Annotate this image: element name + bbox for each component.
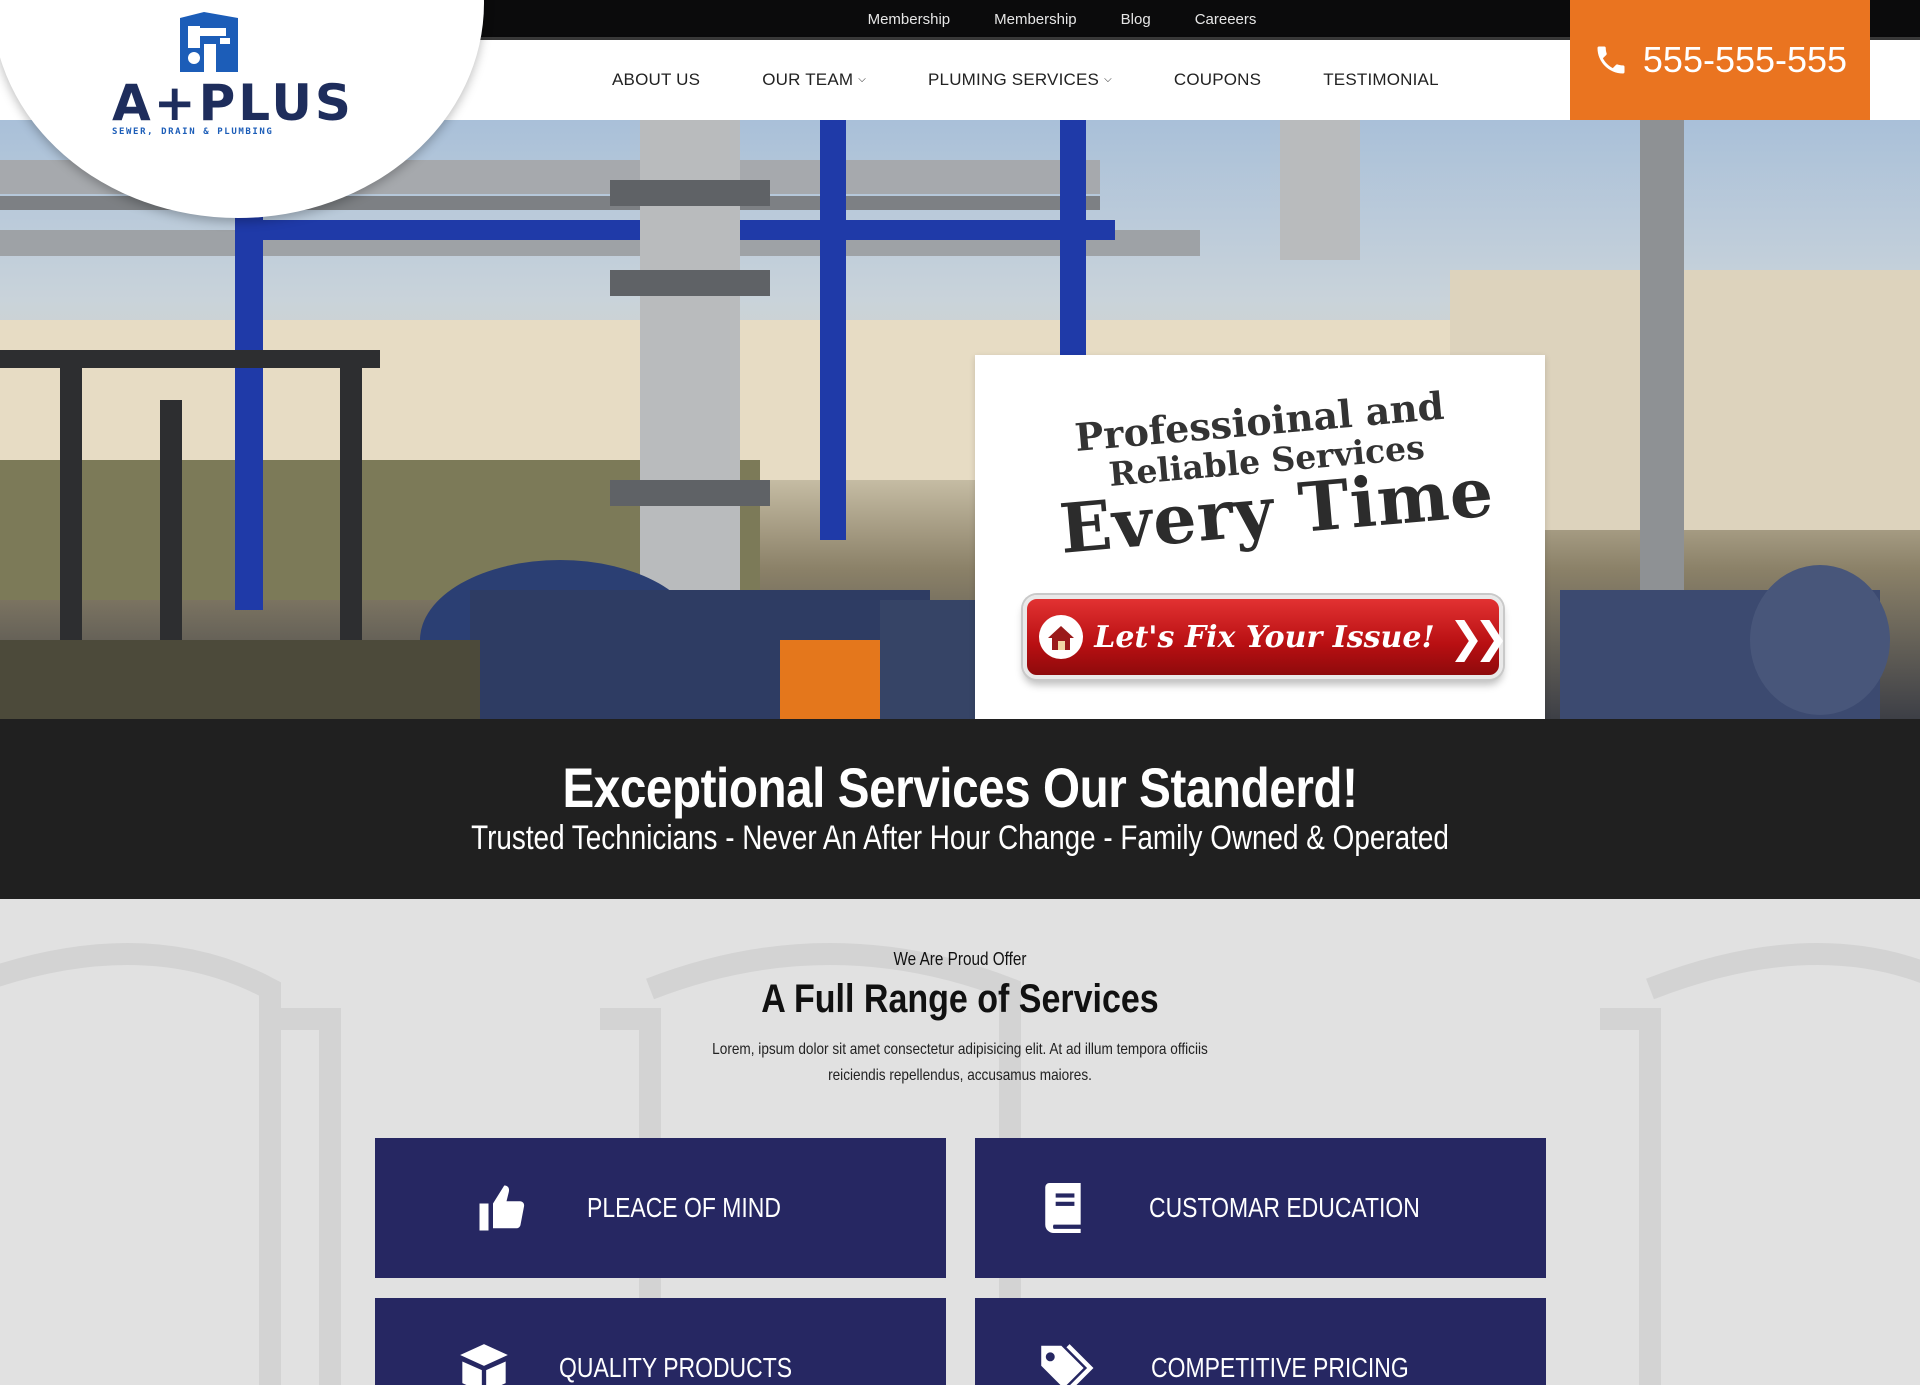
- nav-label: OUR TEAM: [762, 70, 854, 89]
- nav-item-pluming-services[interactable]: PLUMING SERVICES ⌵: [928, 70, 1112, 90]
- band-title: Exceptional Services Our Standerd!: [562, 756, 1358, 819]
- box-icon: [449, 1342, 519, 1385]
- utility-link-careers[interactable]: Careeers: [1195, 0, 1257, 40]
- service-tile-peace-of-mind[interactable]: PLEACE OF MIND: [375, 1138, 946, 1278]
- utility-link-membership[interactable]: Membership: [868, 0, 951, 40]
- service-tile-quality-products[interactable]: QUALITY PRODUCTS: [375, 1298, 946, 1385]
- service-tile-label: QUALITY PRODUCTS: [559, 1352, 793, 1383]
- utility-links: Membership Membership Blog Careeers: [472, 0, 1572, 40]
- pipe-logo-icon: [180, 12, 238, 72]
- nav-label: PLUMING SERVICES: [928, 70, 1100, 89]
- tags-icon: [1033, 1343, 1103, 1385]
- logo-wordmark: A+PLUS: [112, 74, 354, 132]
- background-pattern: [0, 943, 1920, 1385]
- fix-issue-label: Let's Fix Your Issue!: [1094, 619, 1435, 655]
- band-subtitle: Trusted Technicians - Never An After Hou…: [471, 819, 1449, 857]
- service-tile-label: PLEACE OF MIND: [587, 1192, 781, 1223]
- main-nav: ABOUT US OUR TEAM ⌵ PLUMING SERVICES ⌵ C…: [612, 40, 1439, 120]
- nav-item-about-us[interactable]: ABOUT US: [612, 70, 700, 90]
- phone-icon: [1597, 46, 1625, 74]
- phone-call-button[interactable]: 555-555-555: [1570, 0, 1870, 120]
- fix-issue-button[interactable]: Let's Fix Your Issue! ❯❯: [1023, 595, 1509, 679]
- service-tile-label: CUSTOMAR EDUCATION: [1149, 1192, 1420, 1223]
- service-tile-label: COMPETITIVE PRICING: [1151, 1352, 1409, 1383]
- chevron-down-icon: ⌵: [1104, 73, 1112, 85]
- chevron-down-icon: ⌵: [858, 73, 867, 85]
- nav-item-testimonial[interactable]: TESTIMONIAL: [1323, 70, 1439, 90]
- double-chevron-right-icon: ❯❯: [1448, 612, 1509, 662]
- services-section: We Are Proud Offer A Full Range of Servi…: [0, 899, 1920, 1385]
- nav-label: TESTIMONIAL: [1323, 70, 1439, 89]
- nav-item-our-team[interactable]: OUR TEAM ⌵: [762, 70, 866, 90]
- nav-item-coupons[interactable]: COUPONS: [1174, 70, 1261, 90]
- service-tile-customer-education[interactable]: CUSTOMAR EDUCATION: [975, 1138, 1546, 1278]
- services-title: A Full Range of Services: [761, 977, 1159, 1021]
- utility-link-blog[interactable]: Blog: [1121, 0, 1151, 40]
- hero-promo-card: Professioinal and Reliable Services Ever…: [975, 355, 1545, 719]
- nav-label: COUPONS: [1173, 70, 1262, 89]
- service-tile-competitive-pricing[interactable]: COMPETITIVE PRICING: [975, 1298, 1546, 1385]
- logo-tagline: SEWER, DRAIN & PLUMBING: [112, 127, 274, 137]
- site-logo[interactable]: A+PLUS SEWER, DRAIN & PLUMBING: [108, 10, 351, 137]
- phone-number: 555-555-555: [1642, 39, 1848, 80]
- house-icon: [1027, 614, 1094, 660]
- utility-link-membership-2[interactable]: Membership: [994, 0, 1077, 40]
- tagline-band: Exceptional Services Our Standerd! Trust…: [0, 719, 1920, 899]
- services-kicker: We Are Proud Offer: [893, 949, 1027, 969]
- nav-label: ABOUT US: [612, 70, 701, 89]
- thumbs-up-icon: [467, 1181, 537, 1235]
- services-description: Lorem, ipsum dolor sit amet consectetur …: [712, 1041, 1208, 1084]
- book-icon: [1029, 1183, 1099, 1233]
